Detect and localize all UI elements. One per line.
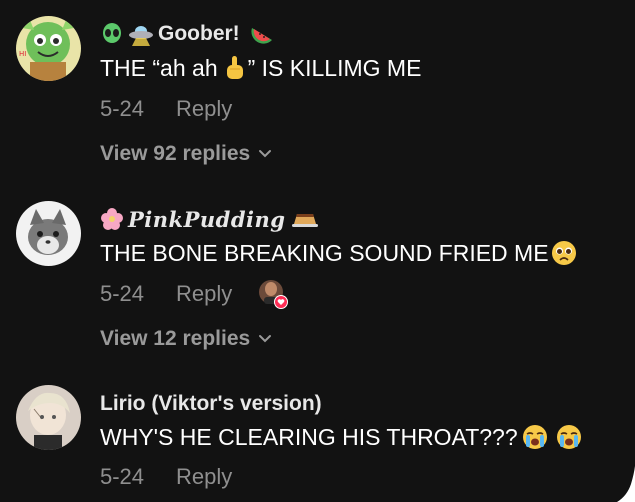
comment-username-line: Lirio (Viktor's version) — [100, 390, 322, 418]
comment-text: WHY'S HE CLEARING HIS THROAT??? — [100, 422, 582, 452]
comment-username-line: Goober! — [100, 20, 274, 48]
avatar[interactable]: HI — [16, 16, 81, 81]
comment-text-part: ” IS KILLIMG ME — [247, 54, 422, 81]
comment-username-line: PinkPudding — [100, 205, 319, 233]
view-replies-label: View 12 replies — [100, 327, 251, 350]
comment-text-part: THE BONE BREAKING SOUND FRIED ME — [100, 239, 549, 266]
creator-liked-avatar — [258, 279, 289, 309]
chevron-down-icon — [258, 149, 272, 159]
comment-text-part: WHY'S HE CLEARING HIS THROAT??? — [100, 423, 518, 450]
reply-button[interactable]: Reply — [176, 96, 232, 122]
comment-text: THE “ah ah ” IS KILLIMG ME — [100, 53, 421, 83]
chevron-down-icon — [258, 334, 272, 344]
crying-face-icon — [556, 424, 582, 450]
heart-icon — [274, 295, 289, 309]
avatar[interactable] — [16, 385, 81, 450]
pointing-up-icon — [224, 55, 246, 81]
alien-icon — [100, 22, 124, 46]
comment-text: THE BONE BREAKING SOUND FRIED ME — [100, 238, 577, 268]
comment-meta: 5-24 Reply — [100, 463, 232, 491]
pleading-face-icon — [551, 240, 577, 266]
svg-text:HI: HI — [19, 50, 26, 58]
reply-button[interactable]: Reply — [176, 281, 232, 307]
view-replies-button[interactable]: View 12 replies — [100, 325, 272, 353]
comment-username[interactable]: PinkPudding — [128, 207, 285, 232]
resize-corner-icon[interactable] — [617, 466, 635, 502]
view-replies-label: View 92 replies — [100, 142, 251, 165]
comment-meta: 5-24 Reply — [100, 279, 289, 309]
comment-username[interactable]: Goober! — [158, 22, 240, 46]
comment-item: Lirio (Viktor's version) WHY'S HE CLEARI… — [0, 370, 635, 502]
comment-item: PinkPudding THE BONE BREAKING SOUND FRIE… — [0, 185, 635, 370]
pudding-icon — [291, 210, 319, 228]
comment-date: 5-24 — [100, 96, 145, 121]
comment-item: HI Goober! THE “ah ah ” IS KILLIMG ME 5-… — [0, 0, 635, 185]
comment-meta: 5-24 Reply — [100, 95, 232, 123]
comments-panel: HI Goober! THE “ah ah ” IS KILLIMG ME 5-… — [0, 0, 635, 502]
ufo-icon — [128, 22, 154, 46]
cherry-blossom-icon — [100, 207, 124, 231]
reply-button[interactable]: Reply — [176, 464, 232, 490]
watermelon-icon — [250, 22, 274, 46]
comment-date: 5-24 — [100, 464, 145, 489]
comment-date: 5-24 — [100, 281, 145, 306]
comment-username[interactable]: Lirio (Viktor's version) — [100, 392, 322, 416]
avatar[interactable] — [16, 201, 81, 266]
view-replies-button[interactable]: View 92 replies — [100, 140, 272, 168]
comment-text-part: THE “ah ah — [100, 54, 218, 81]
crying-face-icon — [522, 424, 548, 450]
